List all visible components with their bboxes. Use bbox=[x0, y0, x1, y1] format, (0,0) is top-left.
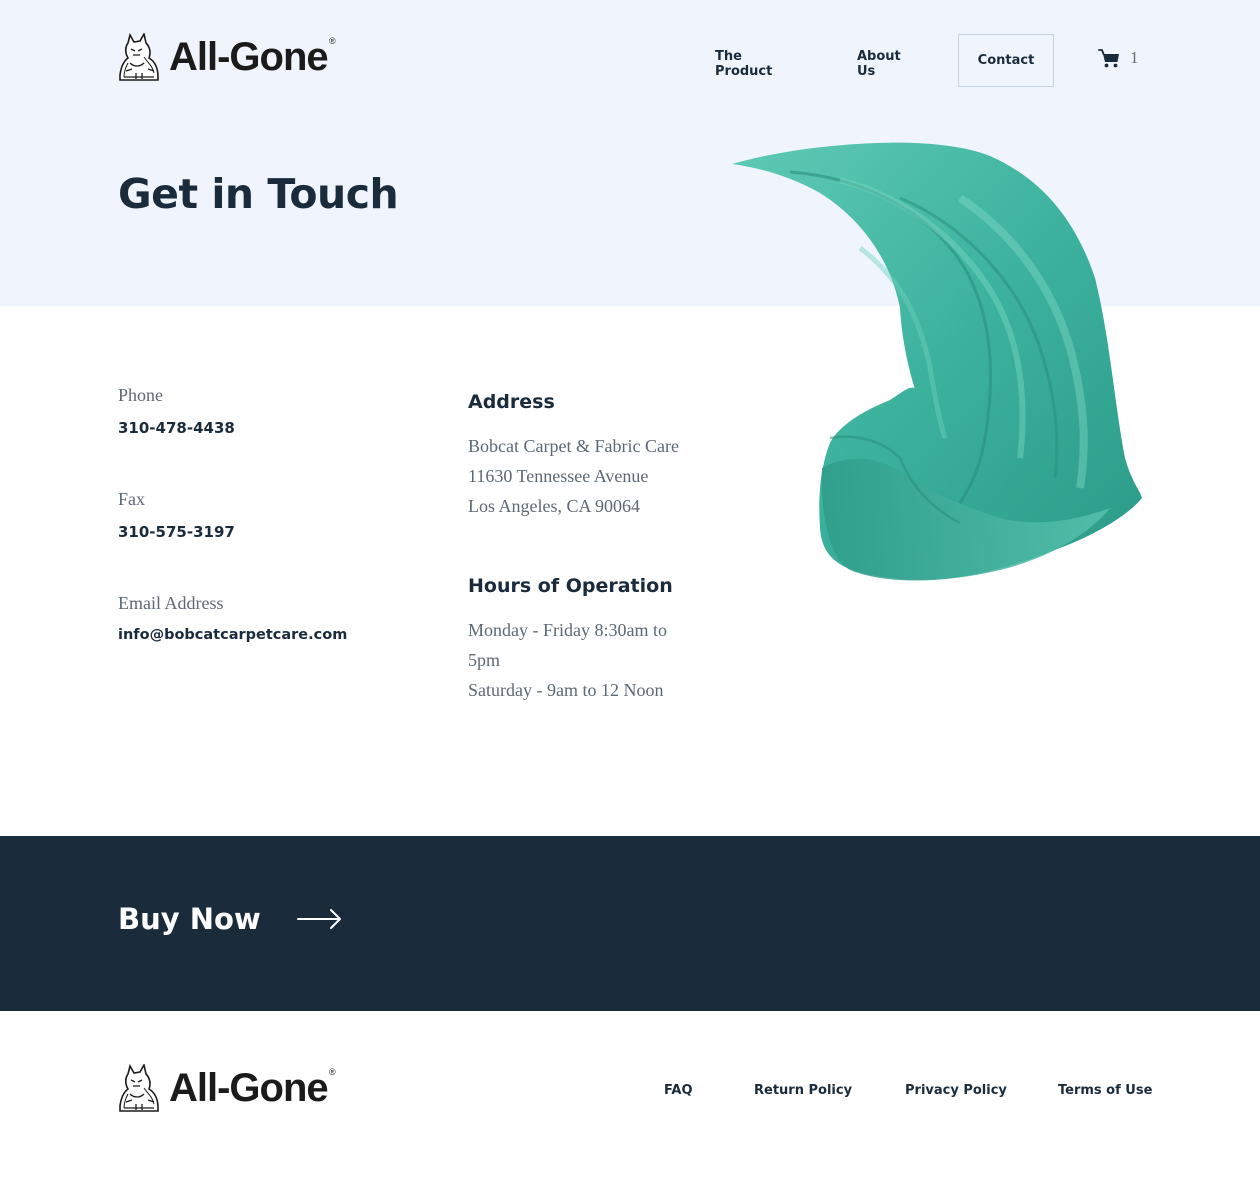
cart-button[interactable]: 1 bbox=[1098, 47, 1139, 69]
nav-the-product[interactable]: The Product bbox=[715, 49, 772, 79]
nav-contact[interactable]: Contact bbox=[958, 34, 1054, 87]
hours-lines: Monday - Friday 8:30am to 5pm Saturday -… bbox=[468, 615, 667, 705]
email-label: Email Address bbox=[118, 593, 224, 613]
footer-link-faq[interactable]: FAQ bbox=[664, 1083, 693, 1098]
registered-mark: ® bbox=[329, 1067, 336, 1077]
address-line: Bobcat Carpet & Fabric Care bbox=[468, 436, 679, 456]
buy-now-banner: Buy Now bbox=[0, 836, 1260, 1011]
bobcat-icon bbox=[119, 33, 159, 81]
buy-now-label: Buy Now bbox=[118, 902, 261, 936]
phone-value[interactable]: 310-478-4438 bbox=[118, 419, 235, 437]
address-lines: Bobcat Carpet & Fabric Care 11630 Tennes… bbox=[468, 431, 679, 521]
arrow-right-icon bbox=[296, 909, 341, 929]
registered-mark: ® bbox=[329, 36, 336, 46]
page-title: Get in Touch bbox=[118, 170, 399, 218]
hours-line: Saturday - 9am to 12 Noon bbox=[468, 680, 664, 700]
logo-wordmark: All-Gone ® bbox=[169, 35, 336, 79]
fax-value: 310-575-3197 bbox=[118, 523, 235, 541]
phone-label: Phone bbox=[118, 385, 163, 405]
footer-link-return-policy[interactable]: Return Policy bbox=[754, 1083, 852, 1098]
address-heading: Address bbox=[468, 391, 555, 413]
hours-heading: Hours of Operation bbox=[468, 575, 673, 597]
buy-now-button[interactable]: Buy Now bbox=[118, 902, 343, 936]
hours-line: Monday - Friday 8:30am to bbox=[468, 620, 667, 640]
fax-label: Fax bbox=[118, 489, 145, 509]
nav-about-us[interactable]: About Us bbox=[857, 49, 901, 79]
teal-fabric-image bbox=[732, 142, 1142, 581]
cart-icon bbox=[1098, 49, 1119, 68]
footer-nav: FAQ Return Policy Privacy Policy Terms o… bbox=[0, 1083, 1260, 1103]
address-line: 11630 Tennessee Avenue bbox=[468, 466, 649, 486]
footer-link-privacy-policy[interactable]: Privacy Policy bbox=[905, 1083, 1007, 1098]
address-line: Los Angeles, CA 90064 bbox=[468, 496, 641, 516]
nav-contact-label: Contact bbox=[977, 53, 1035, 68]
footer-link-terms-of-use[interactable]: Terms of Use bbox=[1058, 1083, 1152, 1098]
email-value[interactable]: info@bobcatcarpetcare.com bbox=[118, 627, 347, 643]
cart-count: 1 bbox=[1130, 48, 1139, 67]
hours-line: 5pm bbox=[468, 650, 501, 670]
header-logo[interactable]: All-Gone ® bbox=[118, 33, 336, 81]
